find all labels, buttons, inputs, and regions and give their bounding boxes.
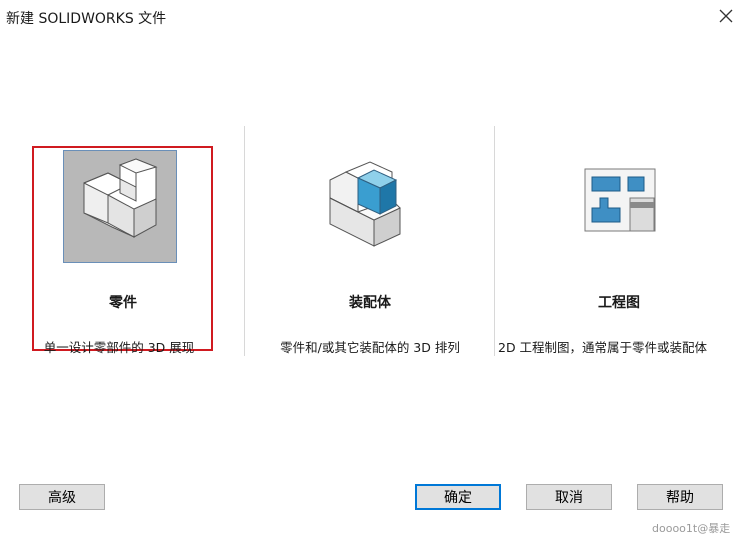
option-drawing-name: 工程图 bbox=[598, 295, 640, 311]
watermark-text: doooo1t@暴走 bbox=[652, 522, 731, 535]
drawing-icon bbox=[584, 168, 656, 232]
advanced-button[interactable]: 高级 bbox=[19, 484, 105, 510]
ok-button[interactable]: 确定 bbox=[415, 484, 501, 510]
help-button[interactable]: 帮助 bbox=[637, 484, 723, 510]
option-part-name: 零件 bbox=[109, 295, 137, 311]
assembly-icon bbox=[329, 161, 401, 247]
cancel-button[interactable]: 取消 bbox=[526, 484, 612, 510]
option-part[interactable]: 零件 单一设计零部件的 3D 展现 bbox=[0, 140, 246, 370]
option-assembly[interactable]: 装配体 零件和/或其它装配体的 3D 排列 bbox=[246, 140, 494, 370]
option-part-description: 单一设计零部件的 3D 展现 bbox=[43, 340, 195, 355]
option-assembly-name: 装配体 bbox=[349, 295, 391, 311]
drawing-icon-tile bbox=[584, 168, 656, 234]
close-button[interactable] bbox=[716, 6, 736, 26]
assembly-icon-tile bbox=[312, 150, 426, 263]
close-icon bbox=[719, 9, 733, 23]
option-assembly-description: 零件和/或其它装配体的 3D 排列 bbox=[280, 340, 460, 355]
part-icon-tile bbox=[63, 150, 177, 263]
part-icon bbox=[83, 158, 158, 238]
option-drawing[interactable]: 工程图 2D 工程制图，通常属于零件或装配体 bbox=[494, 140, 744, 370]
window-title: 新建 SOLIDWORKS 文件 bbox=[6, 11, 167, 27]
option-drawing-description: 2D 工程制图，通常属于零件或装配体 bbox=[498, 340, 708, 355]
